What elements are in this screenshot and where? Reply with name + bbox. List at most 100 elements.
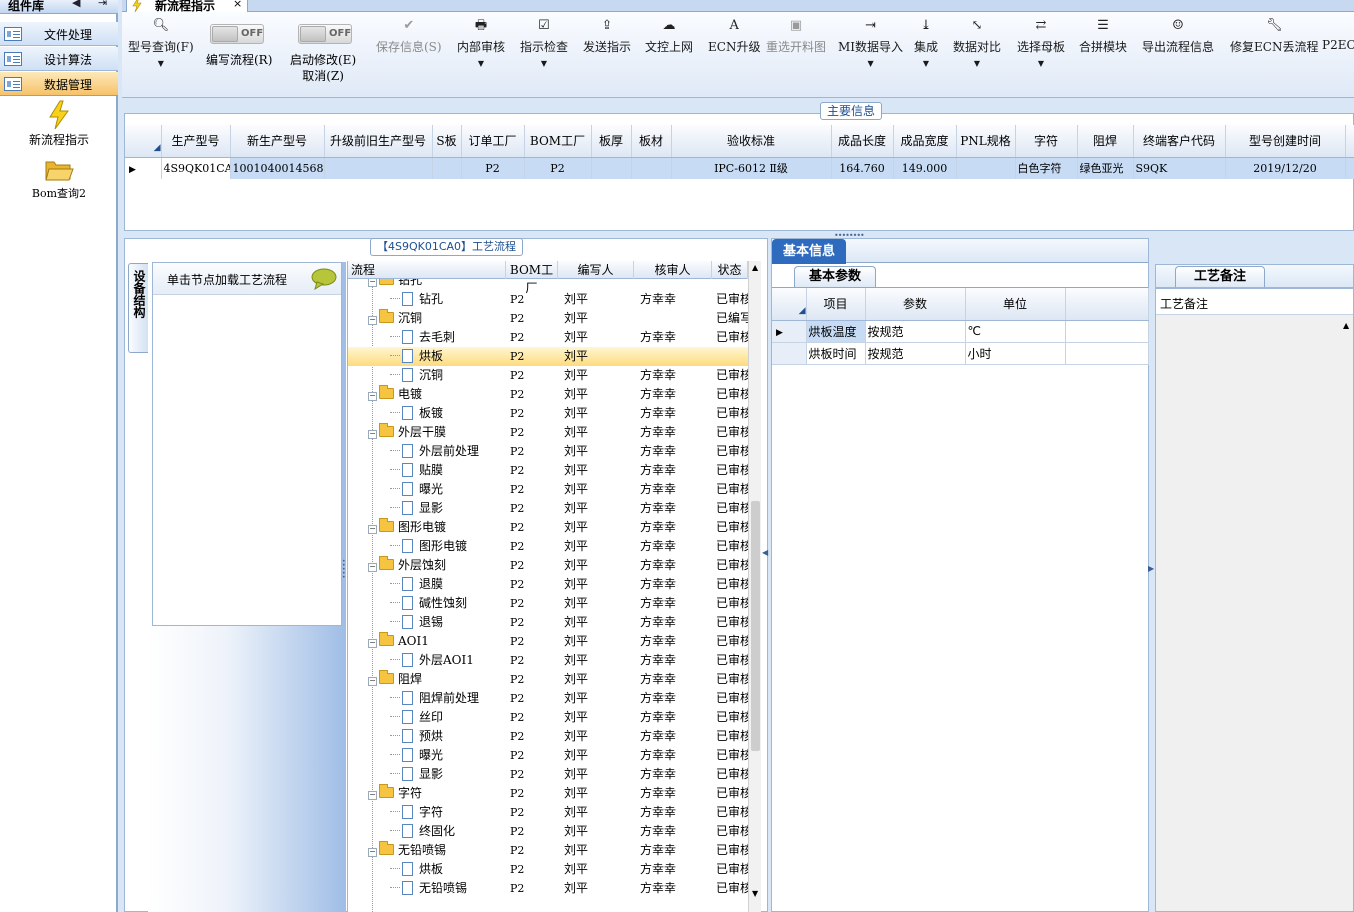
- table-cell[interactable]: 按规范: [865, 320, 966, 342]
- equipment-tree[interactable]: 单击节点加载工艺流程: [152, 262, 342, 626]
- scroll-up-icon[interactable]: ▲: [1343, 321, 1349, 330]
- table-cell[interactable]: 小时: [965, 342, 1066, 364]
- table-cell[interactable]: IPC-6012 Ⅱ级: [671, 157, 832, 179]
- tree-column-header[interactable]: 核审人: [634, 261, 712, 279]
- tree-node[interactable]: 沉铜 P2 刘平 方幸幸 已审核: [348, 366, 748, 385]
- toolbar-button-10[interactable]: ☰ 合拼模块: [1079, 18, 1127, 55]
- tab-basic-info[interactable]: 基本信息: [772, 239, 847, 264]
- collapse-toggle-icon[interactable]: −: [368, 525, 377, 534]
- tree-node[interactable]: 去毛刺 P2 刘平 方幸幸 已审核: [348, 328, 748, 347]
- chevron-down-icon[interactable]: ▼: [457, 59, 505, 68]
- tree-node[interactable]: − 外层蚀刻 P2 刘平 方幸幸 已审核: [348, 556, 748, 575]
- column-header[interactable]: 创建人: [1345, 125, 1354, 158]
- tree-node[interactable]: 烘板 P2 刘平 方幸幸 已审核: [348, 860, 748, 879]
- toolbar-button-3[interactable]: ☁ 文控上网: [645, 18, 693, 55]
- tree-node[interactable]: − 钻孔: [348, 279, 748, 290]
- toolbar-button-8[interactable]: ⤡ 数据对比 ▼: [953, 18, 1001, 68]
- column-header[interactable]: 字符: [1015, 125, 1078, 158]
- tree-node[interactable]: 曝光 P2 刘平 方幸幸 已审核: [348, 746, 748, 765]
- column-header[interactable]: 项目: [806, 288, 866, 321]
- chevron-down-icon[interactable]: ▼: [1017, 59, 1065, 68]
- toolbar-button-4[interactable]: A ECN升级: [708, 18, 760, 55]
- tree-column-header[interactable]: BOM工厂: [506, 261, 558, 295]
- tree-node[interactable]: − 外层干膜 P2 刘平 方幸幸 已审核: [348, 423, 748, 442]
- tree-node[interactable]: 退膜 P2 刘平 方幸幸 已审核: [348, 575, 748, 594]
- toolbar-button-9[interactable]: ⇄ 选择母板 ▼: [1017, 18, 1065, 68]
- tree-node[interactable]: − 阻焊 P2 刘平 方幸幸 已审核: [348, 670, 748, 689]
- tree-node[interactable]: − 图形电镀 P2 刘平 方幸幸 已审核: [348, 518, 748, 537]
- table-cell[interactable]: [956, 157, 1016, 179]
- tree-node[interactable]: − AOI1 P2 刘平 方幸幸 已审核: [348, 632, 748, 651]
- table-cell[interactable]: 烘板时间: [806, 342, 866, 364]
- tree-node[interactable]: 图形电镀 P2 刘平 方幸幸 已审核: [348, 537, 748, 556]
- column-header[interactable]: 单位: [965, 288, 1066, 321]
- table-cell[interactable]: 4S9QK01CA0: [161, 157, 231, 179]
- row-indicator[interactable]: ▶: [772, 320, 807, 342]
- column-header[interactable]: PNL规格: [956, 125, 1016, 158]
- collapse-toggle-icon[interactable]: −: [368, 677, 377, 686]
- tree-node[interactable]: − 无铅喷锡 P2 刘平 方幸幸 已审核: [348, 841, 748, 860]
- start-modify-toggle[interactable]: OFF: [298, 24, 352, 44]
- tree-node[interactable]: 预烘 P2 刘平 方幸幸 已审核: [348, 727, 748, 746]
- tree-node[interactable]: 外层前处理 P2 刘平 方幸幸 已审核: [348, 442, 748, 461]
- table-cell[interactable]: S9QK: [1133, 157, 1226, 179]
- toolbar-button-2[interactable]: ⇪ 发送指示: [583, 18, 631, 55]
- chevron-down-icon[interactable]: ▼: [914, 59, 938, 68]
- tree-node[interactable]: 显影 P2 刘平 方幸幸 已审核: [348, 765, 748, 784]
- column-header[interactable]: 型号创建时间: [1225, 125, 1346, 158]
- tree-node[interactable]: 退锡 P2 刘平 方幸幸 已审核: [348, 613, 748, 632]
- table-cell[interactable]: [591, 157, 632, 179]
- column-header[interactable]: 验收标准: [671, 125, 832, 158]
- tab-equipment-structure[interactable]: 设备结构: [128, 263, 148, 353]
- tab-new-flow[interactable]: 新流程指示 ×: [126, 0, 248, 13]
- tree-column-header[interactable]: 状态: [712, 261, 748, 279]
- column-header[interactable]: 终端客户代码: [1133, 125, 1226, 158]
- toolbar-button-11[interactable]: ☺ 导出流程信息: [1142, 18, 1214, 55]
- table-row[interactable]: ▶ 4S9QK01CA010010400145686 P2P2 IPC-6012 Ⅱ级…: [125, 157, 1354, 179]
- sidebar-item-2[interactable]: 数据管理: [0, 72, 118, 96]
- table-cell[interactable]: 164.760: [831, 157, 894, 179]
- table-row[interactable]: ▶ 烘板温度 按规范 ℃: [772, 320, 1149, 342]
- row-indicator[interactable]: [772, 342, 807, 364]
- tree-node[interactable]: 终固化 P2 刘平 方幸幸 已审核: [348, 822, 748, 841]
- process-tree[interactable]: 流程BOM工厂编写人核审人状态 −钻孔钻孔P2刘平方幸幸已审核−沉铜P2刘平已编…: [347, 261, 761, 912]
- table-cell[interactable]: P2: [524, 157, 592, 179]
- scroll-down-icon[interactable]: ▼: [752, 889, 758, 898]
- collapse-toggle-icon[interactable]: −: [368, 316, 377, 325]
- tree-node[interactable]: 烘板 P2 刘平: [348, 347, 748, 366]
- column-header[interactable]: 板材: [631, 125, 672, 158]
- launcher-bom-query[interactable]: Bom查询2: [0, 158, 118, 201]
- table-cell[interactable]: [324, 157, 433, 179]
- launcher-new-flow[interactable]: 新流程指示: [0, 100, 118, 148]
- tree-column-header[interactable]: 流程: [348, 261, 506, 279]
- chevron-down-icon[interactable]: ▼: [128, 59, 194, 68]
- tree-node[interactable]: 贴膜 P2 刘平 方幸幸 已审核: [348, 461, 748, 480]
- chevron-down-icon[interactable]: ▼: [953, 59, 1001, 68]
- sidebar-item-0[interactable]: 文件处理: [0, 22, 118, 46]
- tree-node[interactable]: 丝印 P2 刘平 方幸幸 已审核: [348, 708, 748, 727]
- column-header[interactable]: 新生产型号: [230, 125, 325, 158]
- vertical-scrollbar[interactable]: ▲ ▼: [748, 261, 761, 912]
- row-header-corner[interactable]: ◢: [772, 288, 807, 321]
- model-query-button[interactable]: 🔍︎ 型号查询(F) ▼: [128, 18, 194, 68]
- tree-node[interactable]: 外层AOI1 P2 刘平 方幸幸 已审核: [348, 651, 748, 670]
- column-header[interactable]: 生产型号: [161, 125, 231, 158]
- collapse-arrow-icon[interactable]: ▶: [1148, 564, 1154, 573]
- tree-node[interactable]: 钻孔 P2 刘平 方幸幸 已审核: [348, 290, 748, 309]
- table-cell[interactable]: [631, 157, 672, 179]
- collapse-arrow-icon[interactable]: ◀: [762, 548, 768, 557]
- column-header[interactable]: 板厚: [591, 125, 632, 158]
- table-cell[interactable]: 烘板温度: [806, 320, 866, 342]
- save-info-button[interactable]: ✔ 保存信息(S): [376, 18, 442, 55]
- collapse-toggle-icon[interactable]: −: [368, 279, 377, 287]
- pin-icon[interactable]: ⇥: [98, 0, 107, 9]
- table-cell[interactable]: 10010400145686: [230, 157, 325, 179]
- table-cell[interactable]: 149.000: [893, 157, 957, 179]
- column-header[interactable]: 升级前旧生产型号: [324, 125, 433, 158]
- toolbar-button-13[interactable]: P2ECN: [1322, 18, 1354, 52]
- toolbar-button-6[interactable]: ⇥ MI数据导入 ▼: [838, 18, 903, 68]
- column-header[interactable]: 参数: [865, 288, 966, 321]
- splitter[interactable]: [122, 98, 1354, 106]
- close-icon[interactable]: ×: [233, 0, 242, 10]
- chevron-down-icon[interactable]: ▼: [838, 59, 903, 68]
